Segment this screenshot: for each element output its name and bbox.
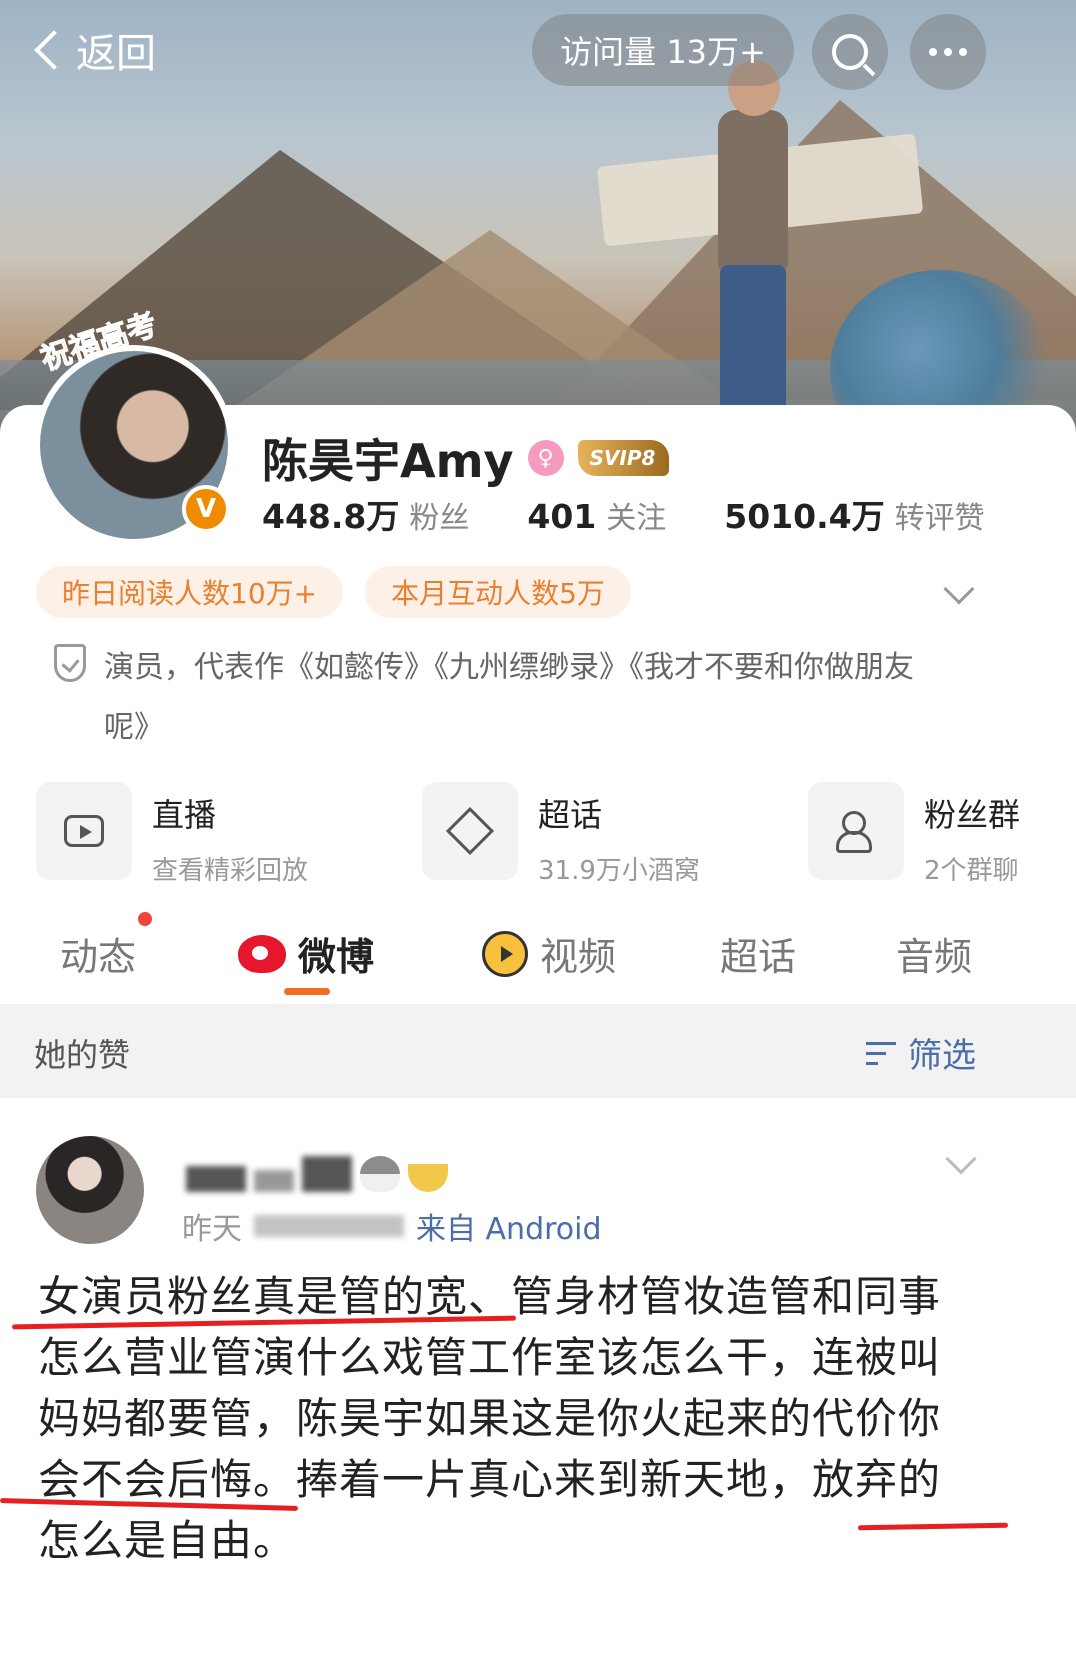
tab-video[interactable]: 视频 <box>482 926 616 981</box>
redacted-name <box>186 1166 246 1192</box>
visit-count-pill[interactable]: 访问量 13万+ <box>532 14 794 86</box>
noodle-emoji-icon <box>408 1164 448 1192</box>
profile-bio: 演员，代表作《如懿传》《九州缥缈录》《我才不要和你做朋友呢》 <box>54 638 954 758</box>
tab-audio[interactable]: 音频 <box>896 926 972 981</box>
video-icon <box>482 930 528 977</box>
post-line: 女演员粉丝真是管的宽、管身材管妆造管和同事 <box>38 1272 942 1321</box>
stat-followers[interactable]: 448.8万 粉丝 <box>262 490 469 538</box>
post-card[interactable]: 昨天 来自 Android 女演员粉丝真是管的宽、管身材管妆造管和同事 怎么营业… <box>0 1098 1076 1669</box>
name-row: 陈昊宇Amy ♀ SVIP8 <box>262 425 670 491</box>
tab-updates[interactable]: 动态 <box>60 926 136 981</box>
filter-icon <box>866 1039 900 1067</box>
diamond-icon <box>422 782 518 880</box>
chevron-down-icon[interactable] <box>945 1143 977 1175</box>
redacted-name <box>254 1170 294 1192</box>
stat-number: 448.8万 <box>262 497 400 536</box>
tab-weibo[interactable]: 微博 <box>238 926 374 981</box>
stat-label: 粉丝 <box>409 501 470 536</box>
tab-label: 超话 <box>720 935 797 979</box>
profile-tabs: 动态 微博 视频 超话 音频 <box>0 910 1076 1002</box>
notification-dot <box>138 912 152 926</box>
profile-stats: 448.8万 粉丝 401 关注 5010.4万 转评赞 <box>262 490 1052 538</box>
feature-entries: 直播 查看精彩回放 超话 31.9万小酒窝 粉丝群 2个群聊 <box>36 782 1076 882</box>
female-icon: ♀ <box>527 440 564 476</box>
post-line: 会不会后悔。捧着一片真心来到新天地，放弃的 <box>38 1455 942 1504</box>
avatar[interactable] <box>36 1136 144 1244</box>
section-label: 她的赞 <box>34 1036 131 1074</box>
verified-badge-icon: V <box>182 485 230 533</box>
entry-fan-group[interactable]: 粉丝群 2个群聊 <box>808 782 1076 882</box>
stat-label: 关注 <box>606 501 667 536</box>
active-tab-indicator <box>284 988 330 995</box>
tab-label: 微博 <box>298 935 375 979</box>
tab-label: 音频 <box>896 935 973 979</box>
tag-daily-readers[interactable]: 昨日阅读人数10万+ <box>36 566 344 618</box>
top-bar: 返回 访问量 13万+ <box>0 0 1076 110</box>
tag-monthly-interactions[interactable]: 本月互动人数5万 <box>365 566 631 618</box>
profile-name: 陈昊宇Amy <box>262 434 514 488</box>
chevron-left-icon <box>34 30 74 70</box>
entry-title: 粉丝群 <box>924 796 1021 834</box>
search-button[interactable] <box>812 14 888 90</box>
banner-figure-body <box>718 110 788 270</box>
dog-emoji-icon <box>360 1156 400 1192</box>
entry-title: 直播 <box>152 796 217 834</box>
live-tv-icon <box>36 782 132 880</box>
weibo-icon <box>238 934 286 973</box>
redacted-name <box>302 1156 352 1192</box>
post-meta: 昨天 来自 Android <box>182 1204 602 1248</box>
search-icon <box>832 34 868 70</box>
tab-label: 动态 <box>60 935 137 979</box>
profile-avatar[interactable]: 祝福高考 V <box>34 307 234 545</box>
entry-subtitle: 31.9万小酒窝 <box>538 856 700 882</box>
stat-number: 401 <box>527 497 597 536</box>
tab-super-topic[interactable]: 超话 <box>720 926 796 981</box>
tab-label: 视频 <box>540 935 617 979</box>
svip-badge[interactable]: SVIP8 <box>577 440 670 476</box>
more-button[interactable] <box>910 14 986 90</box>
stat-interactions[interactable]: 5010.4万 转评赞 <box>724 490 984 538</box>
filter-bar: 她的赞 筛选 <box>0 1004 1076 1098</box>
entry-subtitle: 2个群聊 <box>924 856 1019 882</box>
entry-live[interactable]: 直播 查看精彩回放 <box>36 782 372 882</box>
post-source: 来自 Android <box>416 1212 602 1247</box>
profile-tags: 昨日阅读人数10万+ 本月互动人数5万 <box>36 566 631 618</box>
post-author-name[interactable] <box>186 1156 448 1192</box>
stat-label: 转评赞 <box>894 501 985 536</box>
post-time: 昨天 <box>182 1212 242 1247</box>
back-button[interactable]: 返回 <box>30 22 156 78</box>
more-icon <box>929 48 967 56</box>
redacted-time <box>254 1215 404 1237</box>
filter-button[interactable]: 筛选 <box>866 1028 976 1077</box>
entry-subtitle: 查看精彩回放 <box>152 856 309 882</box>
bio-text: 演员，代表作《如懿传》《九州缥缈录》《我才不要和你做朋友呢》 <box>104 650 914 745</box>
post-line: 怎么是自由。 <box>38 1516 297 1565</box>
post-line: 怎么营业管演什么戏管工作室该怎么干，连被叫 <box>38 1333 942 1382</box>
entry-title: 超话 <box>538 796 603 834</box>
stat-number: 5010.4万 <box>724 497 885 536</box>
entry-super-topic[interactable]: 超话 31.9万小酒窝 <box>422 782 758 882</box>
post-line: 妈妈都要管，陈昊宇如果这是你火起来的代价你 <box>38 1394 942 1443</box>
shield-icon <box>54 644 86 682</box>
stat-following[interactable]: 401 关注 <box>527 493 666 537</box>
people-icon <box>808 782 904 880</box>
filter-label: 筛选 <box>908 1036 976 1076</box>
back-label: 返回 <box>76 31 156 77</box>
